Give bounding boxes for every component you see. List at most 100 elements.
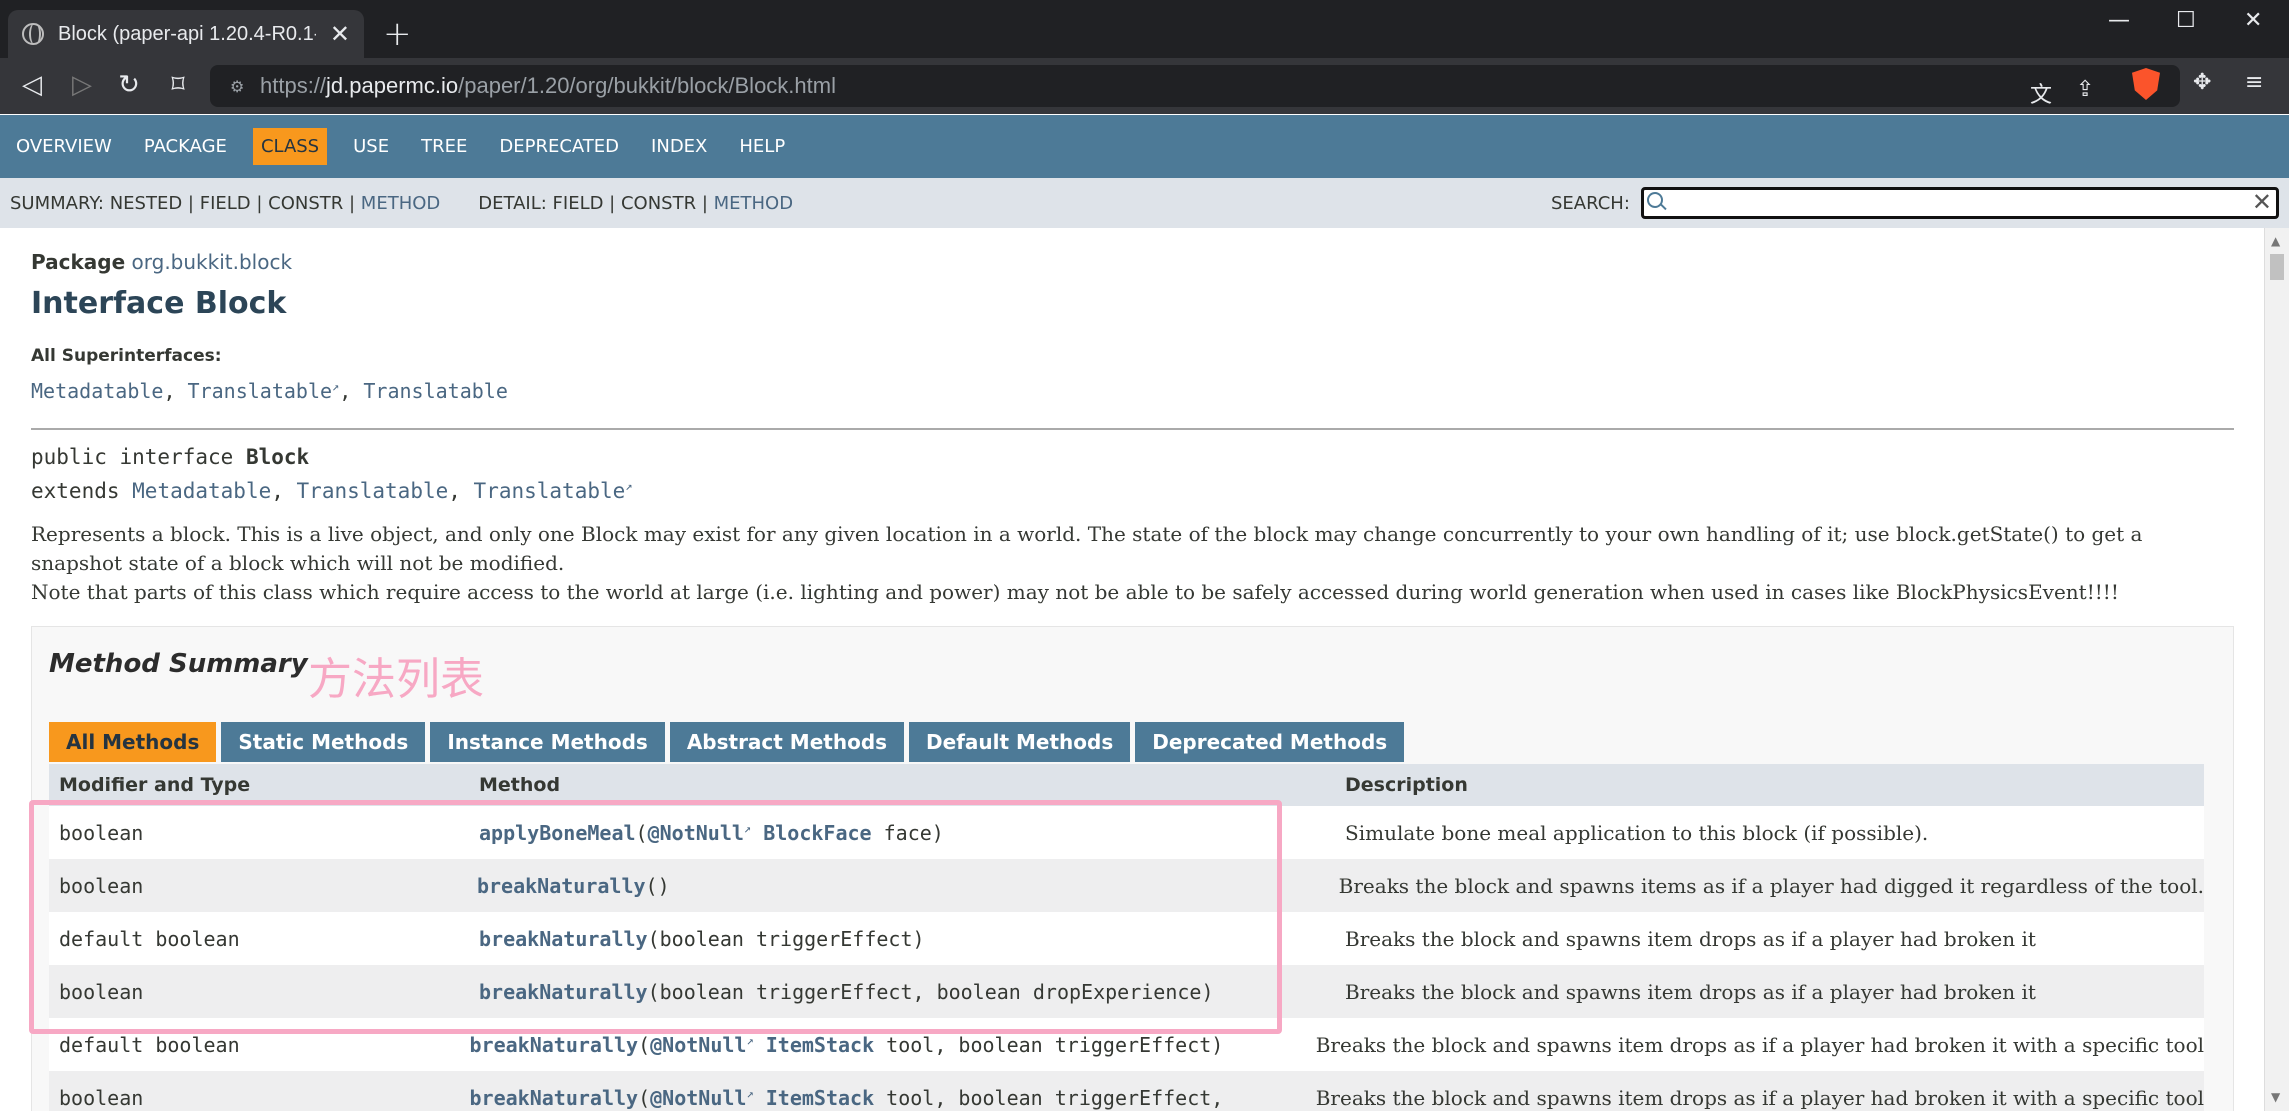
site-info-icon[interactable]: ⚙ [230, 77, 244, 96]
tab-all-methods[interactable]: All Methods [49, 722, 217, 762]
close-window-icon[interactable]: ✕ [2244, 8, 2262, 33]
table-header: Modifier and Type Method Description [49, 764, 2204, 806]
bookmark-icon[interactable]: ⌑ [162, 70, 194, 100]
scroll-down-icon[interactable]: ▼ [2271, 1090, 2280, 1104]
tab-title: Block (paper-api 1.20.4-R0.1-SI [58, 22, 316, 45]
type-signature: public interface Block extends Metadatab… [31, 445, 633, 503]
method-params: ( [638, 1085, 651, 1110]
nav-package[interactable]: PACKAGE [138, 128, 233, 165]
signature-type-name: Block [245, 445, 310, 469]
nav-deprecated[interactable]: DEPRECATED [493, 128, 625, 165]
scroll-thumb[interactable] [2270, 254, 2284, 280]
detail-prefix: DETAIL: FIELD | CONSTR | [478, 192, 714, 214]
globe-icon [22, 23, 44, 45]
tab-deprecated-methods[interactable]: Deprecated Methods [1135, 722, 1405, 762]
method-signature: breakNaturally(boolean triggerEffect, bo… [469, 980, 1335, 1004]
nav-tree[interactable]: TREE [415, 128, 473, 165]
external-link-icon: ↗ [332, 379, 340, 394]
nav-class[interactable]: CLASS [252, 128, 328, 165]
column-header: Method [479, 774, 561, 796]
param-type-link[interactable]: BlockFace [763, 821, 871, 845]
javadoc-top-nav: OVERVIEW PACKAGE CLASS USE TREE DEPRECAT… [0, 115, 2289, 178]
method-signature: breakNaturally() [467, 874, 1329, 898]
table-row: boolean breakNaturally() Breaks the bloc… [49, 859, 2204, 912]
minimize-icon[interactable]: — [2108, 8, 2130, 33]
extends-link[interactable]: Translatable [474, 479, 626, 503]
superinterfaces-label: All Superinterfaces: [31, 346, 222, 366]
translate-icon[interactable]: 文 [2030, 77, 2052, 109]
tab-abstract-methods[interactable]: Abstract Methods [669, 722, 905, 762]
browser-tab-bar: Block (paper-api 1.20.4-R0.1-SI ✕ + — ☐ … [0, 0, 2289, 58]
method-link[interactable]: breakNaturally [470, 1033, 639, 1057]
description-note: Note that parts of this class which requ… [31, 580, 2119, 604]
return-type: default boolean [59, 926, 240, 951]
class-description: Represents a block. This is a live objec… [31, 520, 2231, 607]
reload-icon[interactable]: ↻ [113, 70, 145, 100]
url-field[interactable]: ⚙ https://jd.papermc.io/paper/1.20/org/b… [210, 65, 2180, 109]
search-input[interactable]: ✕ [1641, 187, 2279, 219]
address-bar-row: ◁ ▷ ↻ ⌑ ⚙ https://jd.papermc.io/paper/1.… [0, 58, 2289, 114]
extensions-icon[interactable]: ✥ [2193, 70, 2211, 95]
annotation-link[interactable]: @NotNull [648, 821, 744, 845]
method-summary-section: Method Summary 方法列表 All Methods Static M… [31, 626, 2234, 1111]
nav-index[interactable]: INDEX [645, 128, 713, 165]
url-scheme: https:// [260, 73, 327, 98]
superinterface-link[interactable]: Translatable [188, 379, 333, 403]
method-params: ( [635, 820, 648, 845]
method-link[interactable]: breakNaturally [470, 1086, 639, 1110]
maximize-icon[interactable]: ☐ [2176, 8, 2196, 33]
method-tabs: All Methods Static Methods Instance Meth… [49, 722, 1409, 762]
nav-overview[interactable]: OVERVIEW [10, 128, 118, 165]
nav-help[interactable]: HELP [733, 128, 791, 165]
share-icon[interactable]: ⇪ [2076, 77, 2094, 102]
handwritten-annotation: 方法列表 [308, 654, 484, 705]
back-icon[interactable]: ◁ [16, 70, 48, 100]
method-signature: applyBoneMeal(@NotNull↗ BlockFace face) [469, 821, 1335, 845]
method-params: (boolean triggerEffect) [647, 926, 925, 951]
summary-method-link[interactable]: METHOD [361, 193, 440, 214]
main-content: Package org.bukkit.block Interface Block… [0, 228, 2260, 1111]
package-link[interactable]: org.bukkit.block [132, 250, 293, 274]
method-params: tool, boolean triggerEffect) [874, 1032, 1224, 1057]
new-tab-button[interactable]: + [383, 14, 412, 54]
reset-search-icon[interactable]: ✕ [2252, 188, 2272, 216]
return-type: boolean [59, 820, 144, 845]
page-scrollbar[interactable]: ▲ ▼ [2264, 228, 2289, 1111]
method-summary-title: Method Summary [49, 649, 308, 679]
method-link[interactable]: breakNaturally [479, 980, 648, 1004]
forward-icon[interactable]: ▷ [66, 70, 98, 100]
annotation-link[interactable]: @NotNull [650, 1033, 746, 1057]
method-description: Breaks the block and spawns item drops a… [1345, 926, 2036, 951]
method-link[interactable]: applyBoneMeal [479, 821, 636, 845]
return-type: default boolean [59, 1032, 240, 1057]
detail-method-link[interactable]: METHOD [714, 193, 793, 214]
menu-icon[interactable]: ≡ [2245, 70, 2263, 95]
external-link-icon: ↗ [625, 479, 633, 493]
method-params: (boolean triggerEffect, boolean dropExpe… [647, 979, 1214, 1004]
summary-prefix: SUMMARY: NESTED | FIELD | CONSTR | [10, 192, 361, 214]
table-row: default boolean breakNaturally(@NotNull↗… [49, 1018, 2204, 1071]
nav-use[interactable]: USE [347, 128, 395, 165]
annotation-link[interactable]: @NotNull [650, 1086, 746, 1110]
browser-tab[interactable]: Block (paper-api 1.20.4-R0.1-SI ✕ [8, 10, 364, 58]
method-description: Breaks the block and spawns items as if … [1338, 873, 2204, 898]
method-description: Breaks the block and spawns item drops a… [1315, 1085, 2204, 1110]
method-description: Simulate bone meal application to this b… [1345, 820, 1929, 845]
extends-link[interactable]: Metadatable [132, 479, 271, 503]
superinterface-link[interactable]: Metadatable [31, 379, 163, 403]
extends-link[interactable]: Translatable [297, 479, 449, 503]
column-header: Description [1345, 774, 1468, 796]
tab-default-methods[interactable]: Default Methods [909, 722, 1131, 762]
return-type: boolean [59, 1085, 144, 1110]
tab-static-methods[interactable]: Static Methods [221, 722, 426, 762]
superinterface-link[interactable]: Translatable [363, 379, 508, 403]
param-type-link[interactable]: ItemStack [766, 1033, 874, 1057]
scroll-up-icon[interactable]: ▲ [2271, 234, 2280, 248]
close-tab-icon[interactable]: ✕ [330, 20, 350, 48]
column-header: Modifier and Type [59, 774, 251, 796]
method-link[interactable]: breakNaturally [477, 874, 646, 898]
return-type: boolean [59, 873, 144, 898]
tab-instance-methods[interactable]: Instance Methods [430, 722, 665, 762]
method-link[interactable]: breakNaturally [479, 927, 648, 951]
param-type-link[interactable]: ItemStack [766, 1086, 874, 1110]
